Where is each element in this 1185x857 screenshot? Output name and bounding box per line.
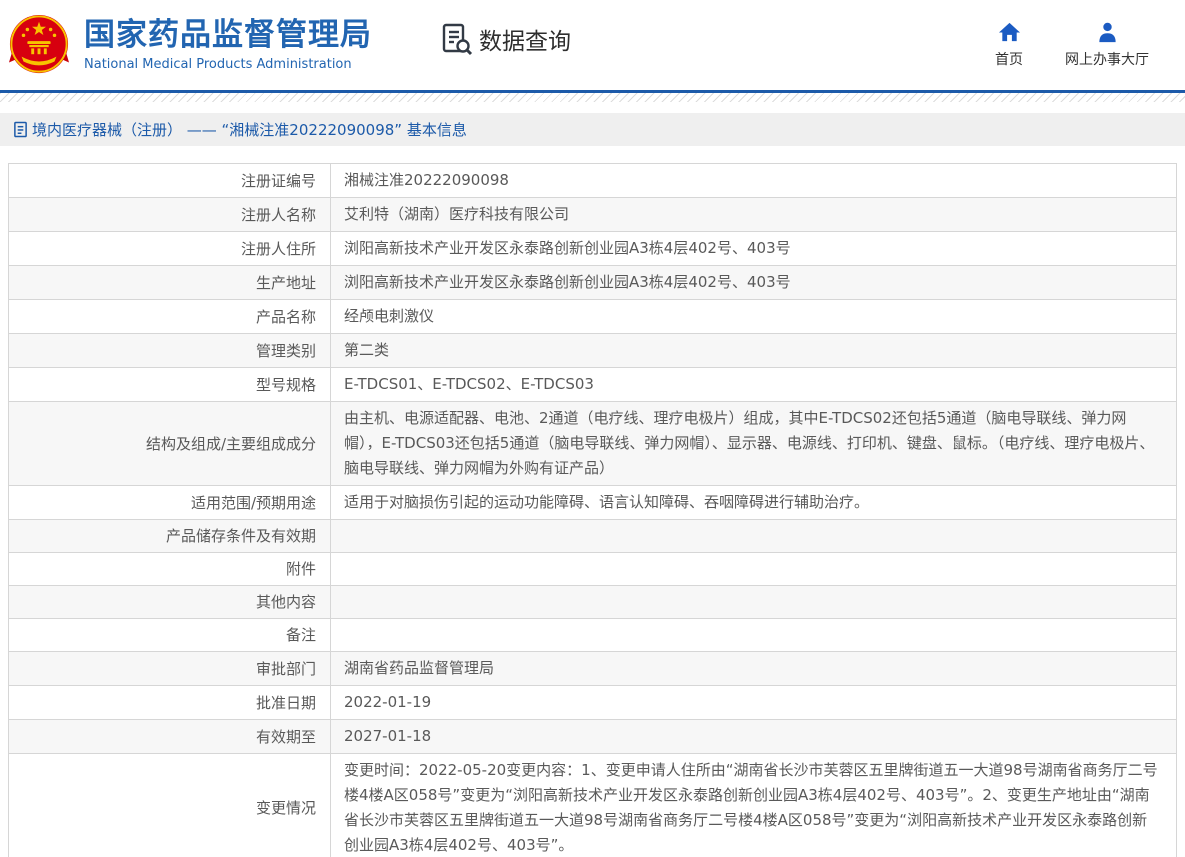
- row-value: [331, 520, 1176, 552]
- document-icon: [13, 121, 28, 138]
- row-label: 批准日期: [9, 686, 331, 719]
- table-row: 型号规格E-TDCS01、E-TDCS02、E-TDCS03: [9, 368, 1176, 402]
- page-header: 国家药品监督管理局 National Medical Products Admi…: [0, 0, 1185, 90]
- site-title-cn: 国家药品监督管理局: [84, 18, 372, 54]
- page-title: 境内医疗器械（注册） —— “湘械注准20222090098” 基本信息: [32, 119, 467, 140]
- row-value: 经颅电刺激仪: [331, 300, 1176, 333]
- table-row: 产品储存条件及有效期: [9, 520, 1176, 553]
- person-icon: [1096, 21, 1119, 44]
- nav-item-home[interactable]: 首页: [995, 21, 1023, 69]
- brand-text: 国家药品监督管理局 National Medical Products Admi…: [84, 18, 372, 72]
- row-value: 第二类: [331, 334, 1176, 367]
- table-row: 注册人住所浏阳高新技术产业开发区永泰路创新创业园A3栋4层402号、403号: [9, 232, 1176, 266]
- row-label: 结构及组成/主要组成成分: [9, 402, 331, 485]
- row-value: 2022-01-19: [331, 686, 1176, 719]
- breadcrumb: 境内医疗器械（注册） —— “湘械注准20222090098” 基本信息: [0, 113, 1185, 146]
- table-row: 管理类别第二类: [9, 334, 1176, 368]
- row-label: 型号规格: [9, 368, 331, 401]
- row-value: 湖南省药品监督管理局: [331, 652, 1176, 685]
- row-label: 有效期至: [9, 720, 331, 753]
- row-label: 产品储存条件及有效期: [9, 520, 331, 552]
- top-nav: 首页 网上办事大厅: [995, 21, 1149, 69]
- site-title-en: National Medical Products Administration: [84, 57, 372, 72]
- row-value: 浏阳高新技术产业开发区永泰路创新创业园A3栋4层402号、403号: [331, 232, 1176, 265]
- row-label: 审批部门: [9, 652, 331, 685]
- table-row: 附件: [9, 553, 1176, 586]
- table-row: 备注: [9, 619, 1176, 652]
- row-value: [331, 586, 1176, 618]
- row-value: 2027-01-18: [331, 720, 1176, 753]
- row-value: 湘械注准20222090098: [331, 164, 1176, 197]
- table-row: 审批部门湖南省药品监督管理局: [9, 652, 1176, 686]
- table-row: 变更情况变更时间：2022-05-20变更内容：1、变更申请人住所由“湖南省长沙…: [9, 754, 1176, 857]
- row-value: 浏阳高新技术产业开发区永泰路创新创业园A3栋4层402号、403号: [331, 266, 1176, 299]
- row-label: 其他内容: [9, 586, 331, 618]
- table-row: 注册证编号湘械注准20222090098: [9, 164, 1176, 198]
- row-value: 由主机、电源适配器、电池、2通道（电疗线、理疗电极片）组成，其中E-TDCS02…: [331, 402, 1176, 485]
- row-value: [331, 619, 1176, 651]
- row-label: 附件: [9, 553, 331, 585]
- row-label: 注册人住所: [9, 232, 331, 265]
- row-value: 适用于对脑损伤引起的运动功能障碍、语言认知障碍、吞咽障碍进行辅助治疗。: [331, 486, 1176, 519]
- row-label: 管理类别: [9, 334, 331, 367]
- table-row: 适用范围/预期用途适用于对脑损伤引起的运动功能障碍、语言认知障碍、吞咽障碍进行辅…: [9, 486, 1176, 520]
- row-label: 变更情况: [9, 754, 331, 857]
- row-label: 产品名称: [9, 300, 331, 333]
- nav-item-label: 首页: [995, 49, 1023, 69]
- table-row: 批准日期2022-01-19: [9, 686, 1176, 720]
- table-row: 产品名称经颅电刺激仪: [9, 300, 1176, 334]
- table-row: 有效期至2027-01-18: [9, 720, 1176, 754]
- nmpa-brand[interactable]: 国家药品监督管理局 National Medical Products Admi…: [8, 14, 372, 76]
- row-label: 备注: [9, 619, 331, 651]
- nav-item-label: 网上办事大厅: [1065, 49, 1149, 69]
- row-label: 注册人名称: [9, 198, 331, 231]
- data-query-link[interactable]: 数据查询: [440, 22, 571, 56]
- row-value: [331, 553, 1176, 585]
- row-value: E-TDCS01、E-TDCS02、E-TDCS03: [331, 368, 1176, 401]
- table-row: 注册人名称艾利特（湖南）医疗科技有限公司: [9, 198, 1176, 232]
- data-query-label: 数据查询: [479, 22, 571, 56]
- info-table: 注册证编号湘械注准20222090098注册人名称艾利特（湖南）医疗科技有限公司…: [8, 163, 1177, 857]
- home-icon: [998, 21, 1021, 44]
- hatch-band: [0, 93, 1185, 102]
- china-national-emblem-icon: [8, 14, 70, 76]
- table-row: 其他内容: [9, 586, 1176, 619]
- row-value: 艾利特（湖南）医疗科技有限公司: [331, 198, 1176, 231]
- table-row: 生产地址浏阳高新技术产业开发区永泰路创新创业园A3栋4层402号、403号: [9, 266, 1176, 300]
- row-label: 注册证编号: [9, 164, 331, 197]
- nav-item-service-hall[interactable]: 网上办事大厅: [1065, 21, 1149, 69]
- document-search-icon: [440, 22, 474, 56]
- row-label: 生产地址: [9, 266, 331, 299]
- table-row: 结构及组成/主要组成成分由主机、电源适配器、电池、2通道（电疗线、理疗电极片）组…: [9, 402, 1176, 486]
- row-label: 适用范围/预期用途: [9, 486, 331, 519]
- row-value: 变更时间：2022-05-20变更内容：1、变更申请人住所由“湖南省长沙市芙蓉区…: [331, 754, 1176, 857]
